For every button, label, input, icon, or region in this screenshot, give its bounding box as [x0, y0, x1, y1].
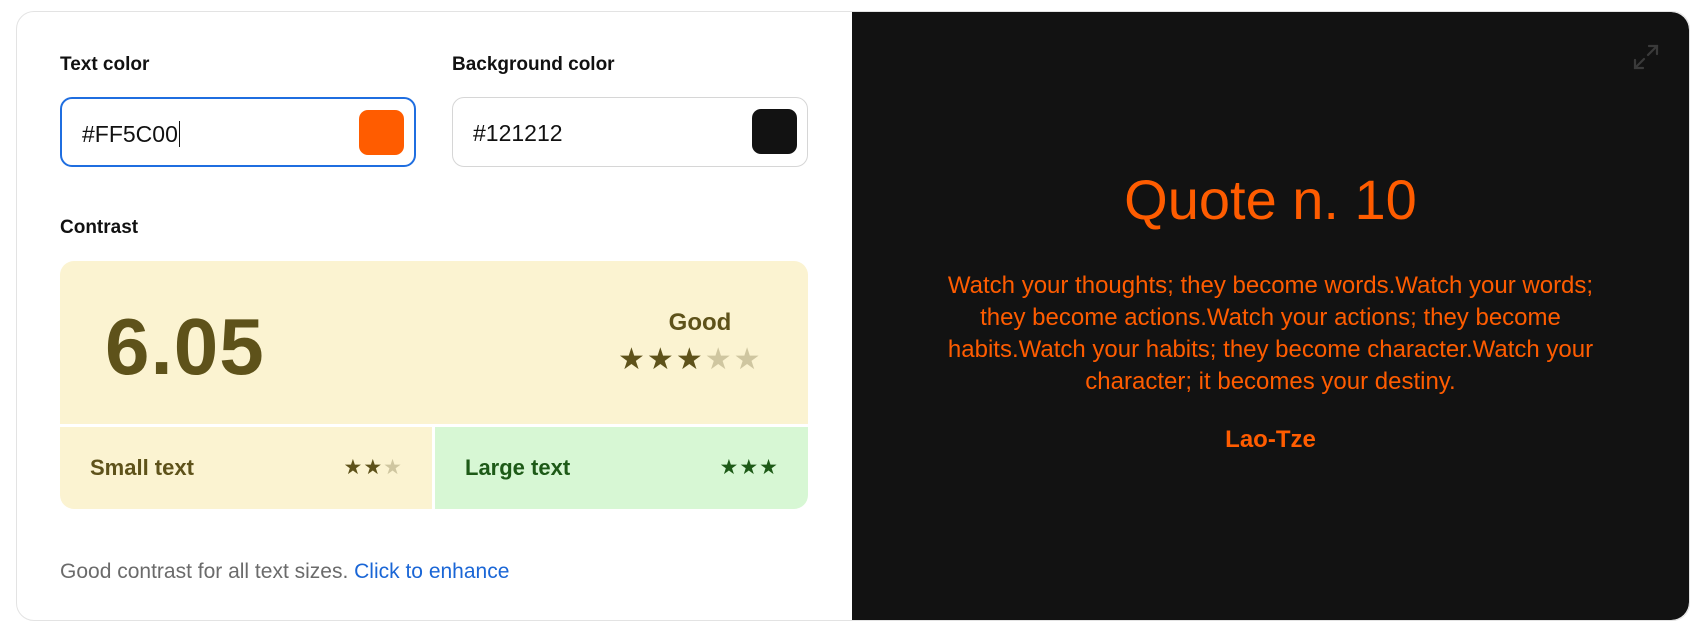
star-filled-icon: ★ [343, 456, 363, 479]
star-filled-icon: ★ [719, 456, 739, 479]
star-empty-icon: ★ [383, 456, 402, 479]
large-text-rating: Large text ★ ★ ★ [435, 427, 808, 509]
text-color-swatch[interactable] [359, 110, 404, 155]
small-text-stars: ★ ★ ★ [344, 457, 402, 478]
background-color-label: Background color [452, 54, 615, 75]
large-text-stars: ★ ★ ★ [720, 457, 778, 478]
star-filled-icon: ★ [675, 343, 703, 376]
text-color-label: Text color [60, 54, 150, 75]
contrast-rating: Good [668, 309, 732, 336]
enhance-link[interactable]: Click to enhance [354, 560, 509, 583]
contrast-label: Contrast [60, 217, 139, 238]
expand-icon[interactable] [1631, 42, 1661, 72]
star-filled-icon: ★ [759, 456, 778, 479]
contrast-score-box: 6.05 Good ★ ★ ★ ★ ★ [60, 261, 808, 424]
star-filled-icon: ★ [363, 456, 383, 479]
star-empty-icon: ★ [704, 343, 732, 376]
background-color-swatch[interactable] [752, 109, 797, 154]
rating-stars: ★ ★ ★ ★ ★ [618, 345, 761, 375]
text-color-input[interactable]: #FF5C00 [60, 97, 416, 167]
controls-panel: Text color #FF5C00 Background color #121… [17, 12, 852, 620]
star-filled-icon: ★ [739, 456, 759, 479]
preview-panel: Quote n. 10 Watch your thoughts; they be… [852, 12, 1689, 620]
star-filled-icon: ★ [646, 343, 674, 376]
quote-title: Quote n. 10 [1124, 168, 1417, 231]
star-empty-icon: ★ [733, 343, 761, 376]
quote-text: Watch your thoughts; they become words.W… [947, 272, 1594, 395]
contrast-checker-card: Text color #FF5C00 Background color #121… [16, 11, 1690, 621]
star-filled-icon: ★ [618, 343, 645, 376]
contrast-ratio: 6.05 [105, 302, 265, 391]
large-text-label: Large text [465, 455, 571, 480]
contrast-message-text: Good contrast for all text sizes. [60, 560, 349, 583]
background-color-input[interactable]: #121212 [452, 97, 808, 167]
quote-author: Lao-Tze [1225, 426, 1316, 453]
text-cursor [178, 121, 181, 147]
text-color-value: #FF5C00 [82, 121, 178, 147]
small-text-label: Small text [90, 455, 194, 480]
contrast-message: Good contrast for all text sizes. Click … [60, 560, 509, 584]
background-color-value: #121212 [473, 120, 563, 146]
small-text-rating: Small text ★ ★ ★ [60, 427, 432, 509]
